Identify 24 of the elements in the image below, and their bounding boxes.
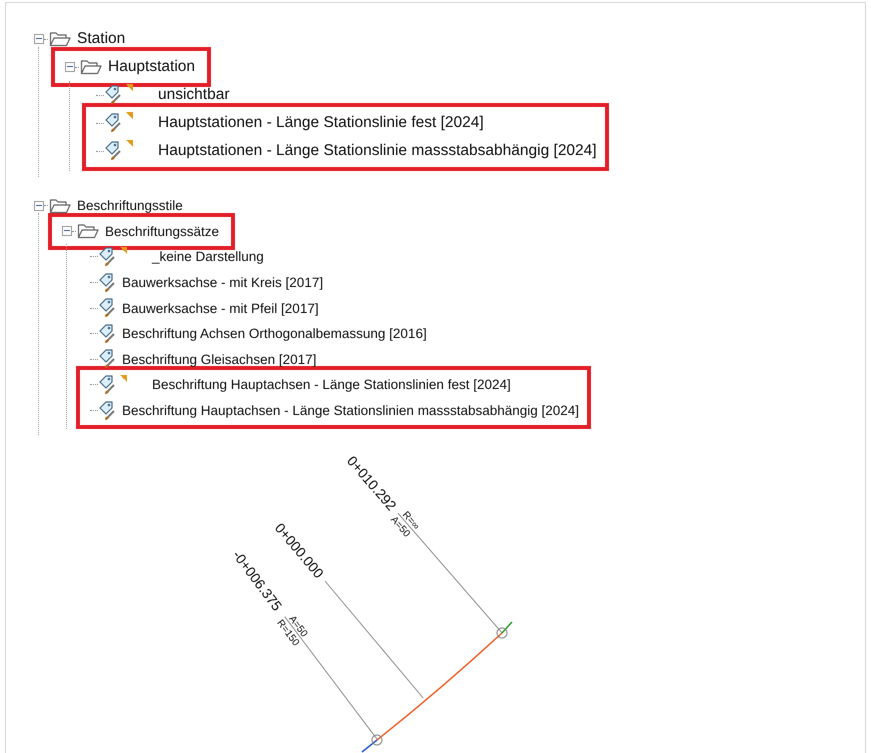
point-marker-icon <box>372 734 382 746</box>
folder-icon <box>49 198 71 214</box>
folder-label[interactable]: Beschriftungsstile <box>77 198 183 214</box>
point-marker-icon <box>496 628 508 638</box>
collapse-toggle[interactable] <box>65 62 75 72</box>
folder-label[interactable]: Station <box>77 30 126 48</box>
folder-icon <box>77 223 99 240</box>
folder-label[interactable]: Beschriftungssätze <box>105 224 220 239</box>
collapse-toggle[interactable] <box>62 226 72 236</box>
folder-icon <box>80 59 102 75</box>
folder-label[interactable]: Hauptstation <box>108 58 196 76</box>
tree-item-label[interactable]: Beschriftung Hauptachsen - Länge Stationslinien fest [2024] <box>152 377 511 392</box>
tree-item-label[interactable]: Beschriftung Achsen Orthogonalbemassung [2016] <box>122 326 427 342</box>
tree-item-label[interactable]: Bauwerksachse - mit Kreis [2017] <box>122 275 324 290</box>
tree-item-label[interactable]: _keine Darstellung <box>152 249 264 264</box>
tree-item-label[interactable]: unsichtbar <box>158 86 230 104</box>
tree-item-label[interactable]: Beschriftung Hauptachsen - Länge Stationslinien massstabsabhängig [2024] <box>122 403 580 418</box>
collapse-toggle[interactable] <box>34 34 44 44</box>
tree-item-label[interactable]: Beschriftung Gleisachsen [2017] <box>122 352 316 367</box>
tree-item-label[interactable]: Hauptstationen - Länge Stationslinie fest [2024] <box>158 114 484 132</box>
folder-icon <box>49 31 71 47</box>
tree-item-label[interactable]: Bauwerksachse - mit Pfeil [2017] <box>122 300 319 316</box>
tree-item-label[interactable]: Hauptstationen - Länge Stationslinie massstabsabhängig [2024] <box>158 142 597 160</box>
collapse-toggle[interactable] <box>34 200 44 211</box>
